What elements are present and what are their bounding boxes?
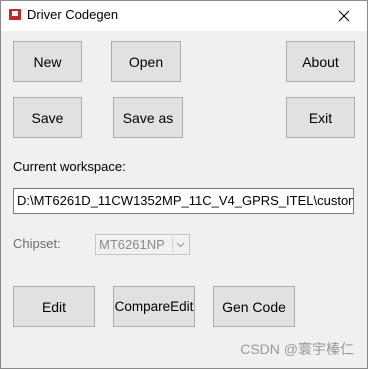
main-window: Driver Codegen New Open About Save Save …	[0, 0, 368, 369]
chipset-label: Chipset:	[13, 236, 61, 251]
about-button[interactable]: About	[286, 41, 355, 82]
app-icon	[9, 9, 21, 20]
open-button[interactable]: Open	[111, 41, 181, 82]
chipset-selected-value: MT6261NP	[99, 237, 165, 252]
chipset-dropdown-arrow[interactable]	[172, 236, 188, 253]
compare-edit-button[interactable]: CompareEdit	[113, 286, 195, 327]
gen-code-button[interactable]: Gen Code	[213, 286, 295, 327]
window-title: Driver Codegen	[27, 7, 119, 22]
title-bar[interactable]: Driver Codegen	[1, 1, 367, 31]
exit-button[interactable]: Exit	[286, 97, 355, 138]
chipset-select[interactable]: MT6261NP	[95, 234, 190, 255]
workspace-path-field[interactable]: D:\MT6261D_11CW1352MP_11C_V4_GPRS_ITEL\c…	[13, 188, 354, 214]
save-button[interactable]: Save	[13, 97, 82, 138]
new-button[interactable]: New	[13, 41, 82, 82]
workspace-label: Current workspace:	[13, 159, 126, 174]
save-as-button[interactable]: Save as	[113, 97, 183, 138]
chevron-down-icon	[176, 242, 185, 247]
close-button[interactable]	[321, 1, 367, 30]
watermark: CSDN @寰宇榛仁	[240, 341, 354, 357]
workspace-path-value: D:\MT6261D_11CW1352MP_11C_V4_GPRS_ITEL\c…	[17, 193, 354, 208]
edit-button[interactable]: Edit	[13, 286, 95, 327]
close-icon	[338, 10, 350, 21]
